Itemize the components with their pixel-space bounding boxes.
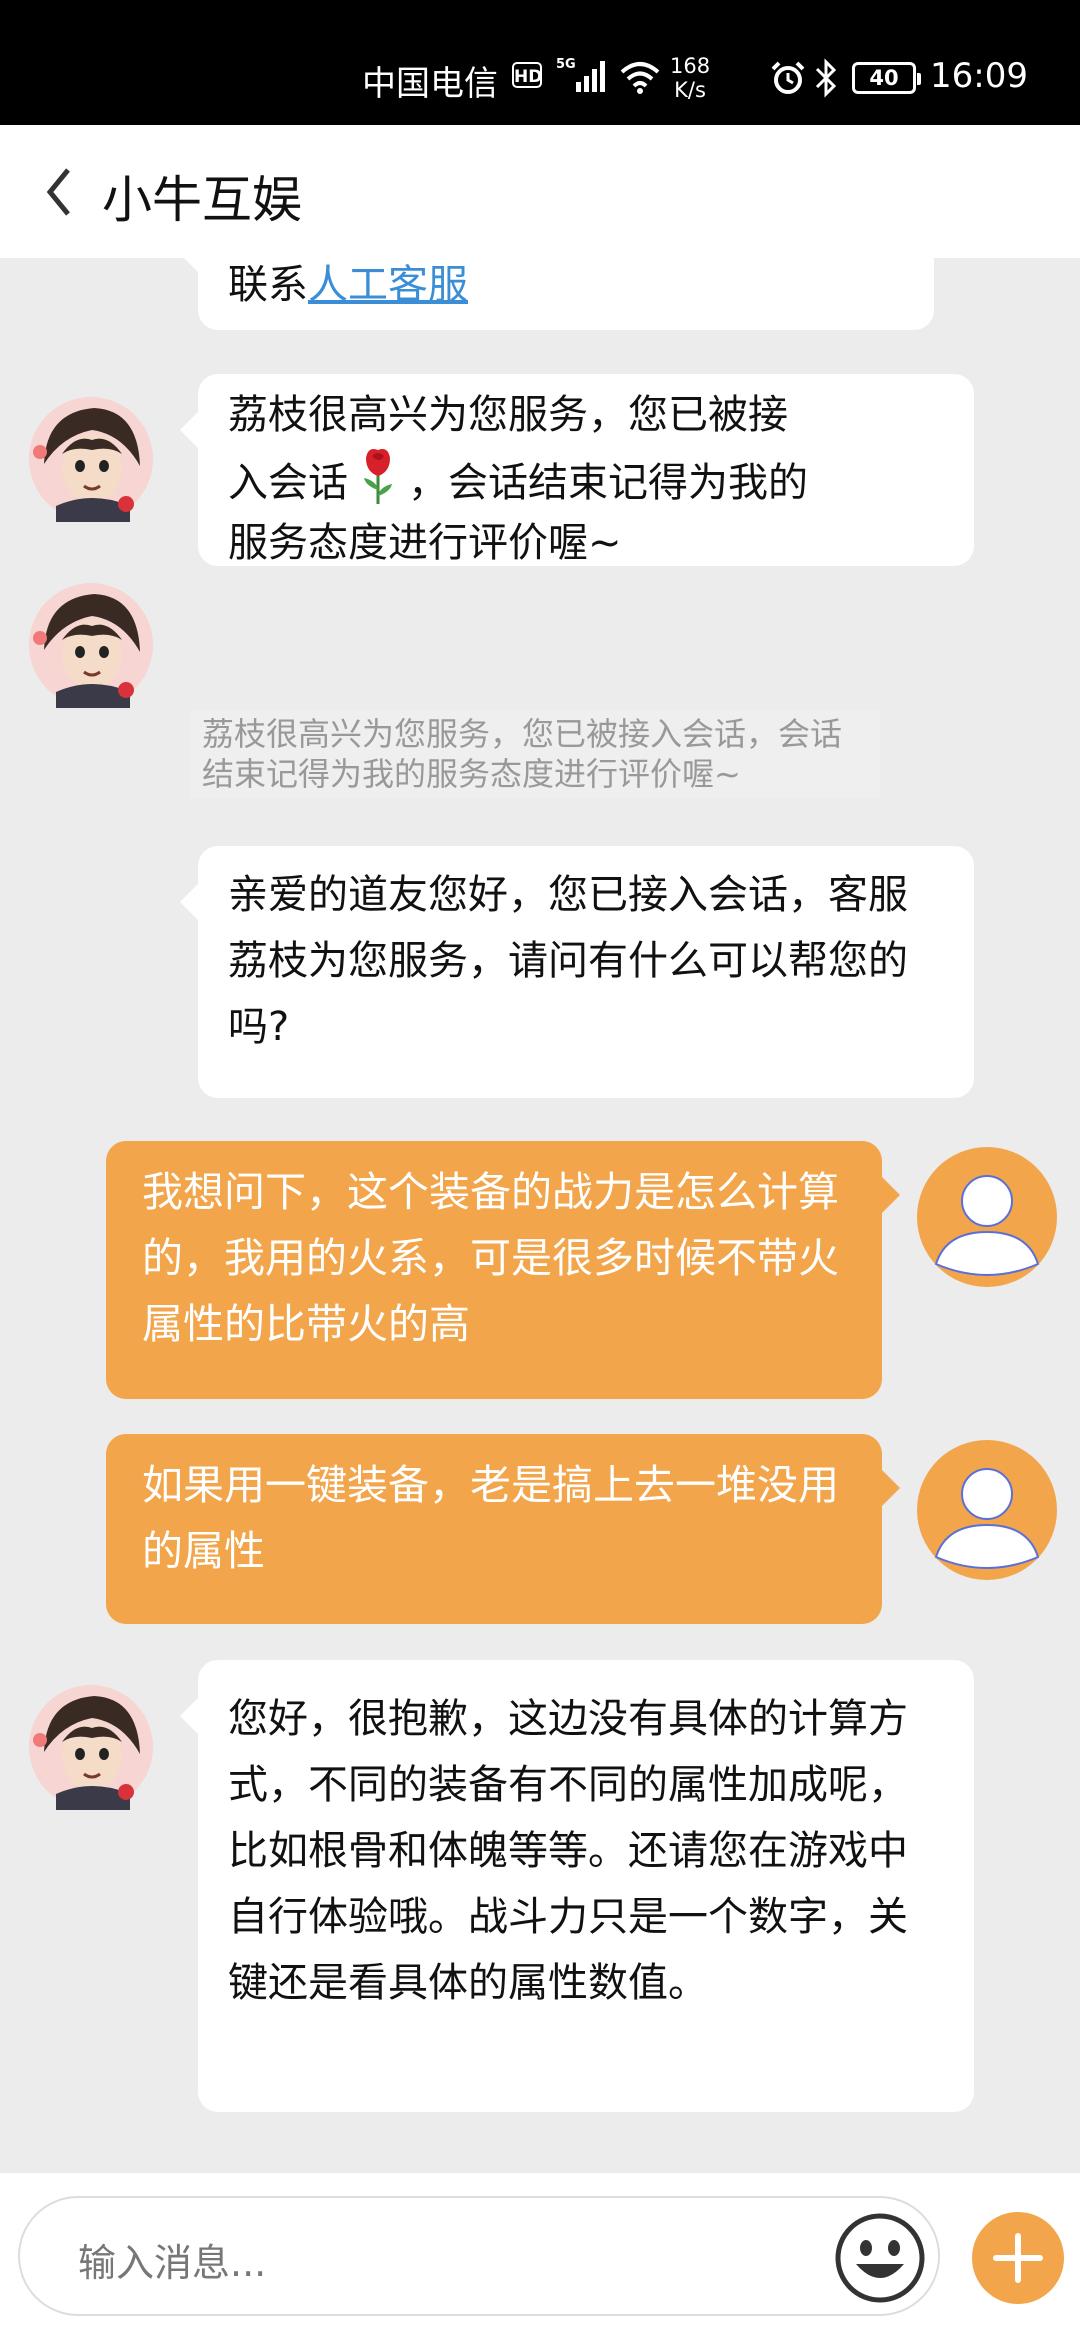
- chat-bubble-user: 我想问下，这个装备的战力是怎么计算的，我用的火系，可是很多时候不带火属性的比带火…: [106, 1141, 900, 1399]
- network-speed: 168 K/s: [670, 54, 710, 102]
- person-icon[interactable]: [916, 1439, 1058, 1581]
- battery-icon: 40: [852, 62, 921, 94]
- chat-bubble-bot: 亲爱的道友您好，您已接入会话，客服荔枝为您服务，请问有什么可以帮您的吗?: [180, 846, 974, 1098]
- signal-icon: 5G: [556, 57, 605, 92]
- plus-button[interactable]: [972, 2212, 1064, 2304]
- chat-area[interactable]: 联系人工客服 荔枝很高兴为您服务，您已被接 入会话 ，会话结束记得为我的 服务态…: [0, 258, 1080, 2173]
- message-text: 服务态度进行评价喔~: [228, 520, 622, 566]
- hd-icon: HD: [512, 62, 542, 88]
- network-type-label: 5G: [556, 57, 576, 72]
- page-title: 小牛互娱: [102, 171, 302, 229]
- clock: 16:09: [930, 56, 1028, 96]
- speed-value: 168: [670, 54, 711, 78]
- message-text: ，会话结束记得为我的: [408, 460, 808, 506]
- rose-icon: [364, 449, 392, 504]
- human-service-link[interactable]: 人工客服: [308, 262, 468, 308]
- chevron-left-icon[interactable]: [42, 162, 76, 222]
- speed-unit: K/s: [674, 78, 706, 102]
- chat-bubble-bot: 联系人工客服: [180, 258, 934, 330]
- plus-icon: [993, 2233, 1043, 2283]
- message-text: 荔枝很高兴为您服务，您已被接: [228, 392, 788, 438]
- message-text: 联系: [228, 262, 308, 308]
- smiley-icon[interactable]: [834, 2212, 926, 2304]
- bluetooth-icon: [815, 58, 837, 98]
- chat-bubble-bot: 荔枝很高兴为您服务，您已被接 入会话 ，会话结束记得为我的 服务态度进行评价喔~: [180, 374, 974, 566]
- person-icon[interactable]: [916, 1146, 1058, 1288]
- system-note: 荔枝很高兴为您服务，您已被接入会话，会话结束记得为我的服务态度进行评价喔~: [190, 710, 880, 798]
- wifi-icon: [620, 62, 660, 94]
- message-text: 入会话: [228, 460, 348, 506]
- bot-avatar[interactable]: [26, 580, 156, 710]
- alarm-icon: [771, 61, 805, 94]
- message-line: 入会话 ，会话结束记得为我的: [228, 446, 944, 512]
- chat-bubble-user: 如果用一键装备，老是搞上去一堆没用的属性: [106, 1434, 900, 1624]
- chat-bubble-bot: 您好，很抱歉，这边没有具体的计算方式，不同的装备有不同的属性加成呢，比如根骨和体…: [180, 1660, 974, 2112]
- bot-avatar[interactable]: [26, 394, 156, 524]
- carrier-label: 中国电信: [362, 64, 498, 104]
- status-bar: 中国电信 HD 5G 168 K/s 40 16:09: [0, 0, 1080, 125]
- message-input-placeholder: 输入消息...: [78, 2241, 267, 2285]
- bot-avatar[interactable]: [26, 1682, 156, 1812]
